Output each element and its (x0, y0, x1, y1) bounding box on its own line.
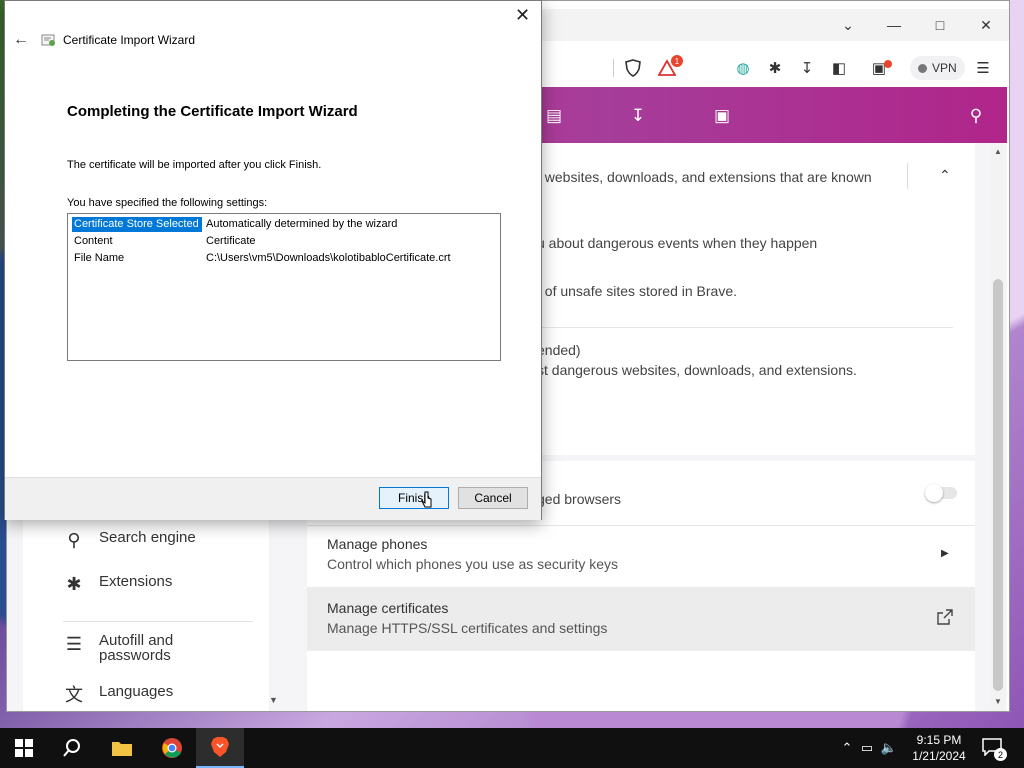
scroll-down-icon[interactable]: ▼ (994, 697, 1002, 706)
certificate-icon (41, 32, 57, 53)
dialog-message: The certificate will be imported after y… (67, 159, 322, 171)
brave-shields-icon[interactable] (623, 58, 643, 78)
manage-phones-subtitle: Control which phones you use as security… (327, 556, 619, 572)
search-icon[interactable]: ⚲ (965, 105, 987, 127)
settings-card-bottom (307, 651, 975, 711)
manage-certificates-row[interactable]: Manage certificates Manage HTTPS/SSL cer… (307, 587, 975, 651)
system-tray: ⌃ ▭ 🔈 (838, 728, 900, 768)
brave-taskbar-icon[interactable] (196, 728, 244, 768)
standard-protection-desc: t websites, downloads, and extensions th… (537, 169, 872, 185)
settings-list[interactable]: Certificate Store Selected Automatically… (67, 213, 501, 361)
search-icon[interactable] (48, 728, 96, 768)
enhanced-protection-title[interactable]: ended) (537, 342, 581, 358)
chevron-up-icon[interactable]: ⌃ (838, 740, 856, 756)
volume-muted-icon[interactable]: 🔈 (878, 740, 900, 756)
settings-value: Automatically determined by the wizard (206, 218, 398, 230)
unsafe-sites-text: t of unsafe sites stored in Brave. (537, 283, 737, 299)
close-window-button[interactable]: ✕ (963, 9, 1009, 41)
minimize-button[interactable]: — (871, 9, 917, 41)
extensions-puzzle-icon[interactable]: ✱ (765, 58, 785, 78)
maximize-button[interactable]: □ (917, 9, 963, 41)
sidebar-item-autofill[interactable]: ☰ Autofill and passwords (63, 633, 173, 663)
settings-key: Certificate Store Selected (72, 217, 202, 232)
close-dialog-button[interactable]: ✕ (515, 5, 530, 26)
sidebar-item-label-line: passwords (99, 647, 171, 664)
taskbar-clock[interactable]: 9:15 PM 1/21/2024 (906, 732, 972, 764)
sidebar-item-extensions[interactable]: ✱ Extensions (63, 573, 172, 595)
sidebar-scroll-down-icon[interactable]: ▼ (269, 695, 278, 705)
translate-icon: 文 (65, 685, 83, 705)
mouse-cursor-icon (420, 491, 435, 516)
sidebar-item-label: Languages (99, 683, 174, 700)
network-icon[interactable]: ▭ (856, 740, 878, 756)
settings-value: C:\Users\vm5\Downloads\kolotibabloCertif… (206, 252, 451, 264)
cancel-button[interactable]: Cancel (458, 487, 528, 509)
warn-events-text: u about dangerous events when they happe… (537, 235, 818, 251)
downloads-icon[interactable]: ↧ (627, 105, 649, 127)
file-explorer-icon[interactable] (98, 728, 146, 768)
sidebar-item-languages[interactable]: 文 Languages (63, 683, 173, 705)
divider (613, 59, 614, 77)
wallet-sync-icon[interactable]: ◍ (733, 58, 753, 78)
chevron-right-icon: ▶ (941, 548, 949, 559)
sidebar-item-label: Search engine (99, 529, 196, 546)
wallet-badge-dot (884, 60, 892, 68)
external-link-icon (937, 609, 953, 630)
divider (907, 163, 908, 189)
wallet-icon[interactable]: ▣ (711, 105, 733, 127)
notification-count-badge: 2 (994, 748, 1007, 761)
dialog-title: Certificate Import Wizard (63, 33, 196, 47)
sidebar-toggle-icon[interactable]: ◧ (829, 58, 849, 78)
search-icon: ⚲ (67, 529, 81, 550)
settings-value: Certificate (206, 235, 256, 247)
settings-label: You have specified the following setting… (67, 197, 268, 209)
puzzle-icon: ✱ (66, 573, 82, 594)
sidebar-divider (63, 621, 253, 622)
list-icon: ☰ (65, 633, 83, 654)
tab-search-chevron-icon[interactable]: ⌄ (825, 9, 871, 41)
finish-button[interactable]: Finish (379, 487, 449, 509)
manage-phones-row[interactable]: Manage phones Control which phones you u… (307, 525, 975, 588)
menu-icon[interactable]: ☰ (973, 58, 993, 78)
sidebar-item-search-engine[interactable]: ⚲ Search engine (63, 529, 196, 551)
sidebar-item-label: Extensions (99, 573, 173, 590)
dialog-heading: Completing the Certificate Import Wizard (67, 103, 358, 120)
download-icon[interactable]: ↧ (797, 58, 817, 78)
bookmarks-icon[interactable]: ▤ (543, 105, 565, 127)
sidebar-item-label: Autofill and passwords (99, 633, 173, 663)
settings-key: Content (74, 235, 113, 247)
enhanced-protection-desc: st dangerous websites, downloads, and ex… (537, 362, 857, 378)
back-arrow-icon[interactable]: ← (13, 31, 29, 49)
settings-key: File Name (74, 252, 125, 264)
vpn-label: VPN (932, 61, 957, 75)
chevron-up-icon[interactable]: ⌃ (939, 167, 951, 184)
scroll-up-icon[interactable]: ▲ (994, 147, 1002, 156)
chrome-icon[interactable] (148, 728, 196, 768)
manage-certificates-title: Manage certificates (327, 600, 449, 616)
start-button[interactable] (0, 728, 48, 768)
rewards-badge: 1 (671, 55, 683, 67)
managed-browsers-text: ged browsers (537, 491, 622, 507)
taskbar: ⌃ ▭ 🔈 9:15 PM 1/21/2024 2 (0, 728, 1024, 768)
vpn-status-dot (918, 63, 927, 73)
clock-date: 1/21/2024 (912, 749, 966, 763)
manage-phones-title: Manage phones (327, 536, 428, 552)
manage-certificates-subtitle: Manage HTTPS/SSL certificates and settin… (327, 620, 608, 636)
vpn-button[interactable]: VPN (910, 56, 965, 80)
certificate-import-wizard-dialog: ✕ ← Certificate Import Wizard Completing… (4, 0, 542, 520)
window-controls: ⌄ — □ ✕ (825, 9, 1009, 41)
settings-scrollbar-thumb[interactable] (993, 279, 1003, 691)
toggle-knob (925, 484, 943, 502)
clock-time: 9:15 PM (916, 733, 962, 747)
